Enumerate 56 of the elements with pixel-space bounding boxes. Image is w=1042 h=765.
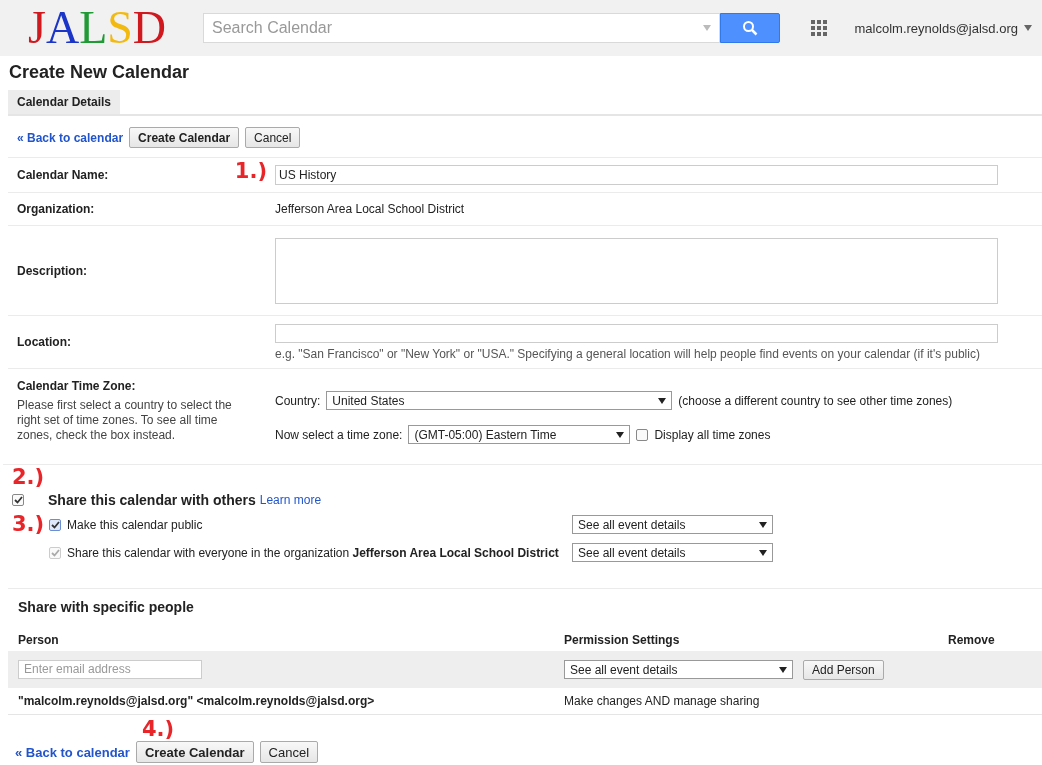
account-menu[interactable]: malcolm.reynolds@jalsd.org	[854, 20, 1032, 36]
back-link[interactable]: « Back to calendar	[17, 130, 124, 145]
column-header: Permission Settings	[564, 633, 681, 647]
back-link[interactable]: « Back to calendar	[15, 744, 130, 760]
annotation-number: 2.)	[12, 465, 45, 489]
caret-icon	[759, 549, 767, 556]
caret-icon	[658, 397, 667, 404]
page-title: Create New Calendar	[8, 61, 191, 84]
annotation-number: 3.)	[12, 512, 45, 536]
country-note: (choose a different country to see other time zones)	[678, 393, 953, 408]
checkbox[interactable]	[49, 518, 61, 531]
caret-icon	[779, 666, 787, 673]
create-calendar-button[interactable]: Create Calendar	[135, 741, 254, 763]
annotation-number: 4.)	[142, 719, 175, 740]
field-label: Location:	[17, 335, 71, 349]
caret-icon	[616, 431, 625, 438]
select-field[interactable]: United States	[326, 391, 673, 410]
field-label: Description:	[17, 263, 87, 278]
cancel-button[interactable]: Cancel	[259, 741, 319, 763]
option-label: Make this calendar public	[67, 517, 203, 532]
calendar-name-input[interactable]: US History	[275, 165, 998, 185]
field-label: Calendar Name:	[17, 168, 109, 182]
cancel-button[interactable]: Cancel	[245, 127, 301, 148]
checkbox[interactable]	[12, 494, 24, 506]
select-field[interactable]: (GMT-05:00) Eastern Time	[408, 425, 631, 444]
learn-more-link[interactable]: Learn more	[259, 493, 322, 507]
organization-name: Jefferson Area Local School District	[275, 202, 466, 216]
country-label: Country:	[275, 393, 321, 408]
caret-icon	[1024, 25, 1032, 31]
permission-cell-text: Make changes AND manage sharing	[564, 694, 761, 708]
location-input[interactable]	[275, 323, 998, 343]
search-icon	[742, 20, 758, 36]
logo[interactable]: JALSD	[28, 5, 203, 51]
time-zone-label: Now select a time zone:	[275, 427, 403, 442]
field-label: Organization:	[17, 202, 95, 216]
checkbox[interactable]	[636, 428, 649, 441]
person-cell-text: "malcolm.reynolds@jalsd.org" <malcolm.reynolds@jalsd.org>	[18, 694, 376, 708]
apps-grid-icon[interactable]	[810, 20, 827, 36]
caret-icon	[759, 521, 767, 528]
search-button[interactable]	[720, 13, 780, 43]
select-field[interactable]: See all event details	[564, 660, 793, 679]
tab[interactable]: Calendar Details	[8, 90, 121, 114]
section-title: Share with specific people	[17, 599, 195, 617]
annotation-number: 1.)	[234, 161, 267, 182]
share-heading: Share this calendar with others	[48, 492, 256, 508]
checkbox-label: Display all time zones	[654, 427, 771, 442]
column-header: Remove	[948, 633, 996, 647]
create-calendar-button[interactable]: Create Calendar	[129, 127, 240, 148]
location-hint: e.g. "San Francisco" or "New York" or "USA." Specifying a general location will help people find events on your calendar (if it's public)	[275, 346, 981, 361]
help-text: Please first select a country to select the right set of time zones. To see all time zones, check the box instead.	[17, 398, 233, 443]
caret-icon	[703, 25, 711, 31]
add-person-button[interactable]: Add Person	[803, 659, 884, 680]
select-field[interactable]: See all event details	[572, 515, 773, 534]
field-label: Calendar Time Zone:	[17, 379, 137, 393]
column-header: Person	[18, 633, 60, 647]
option-label: Share this calendar with everyone in the organization Jefferson Area Local School District	[67, 545, 559, 560]
